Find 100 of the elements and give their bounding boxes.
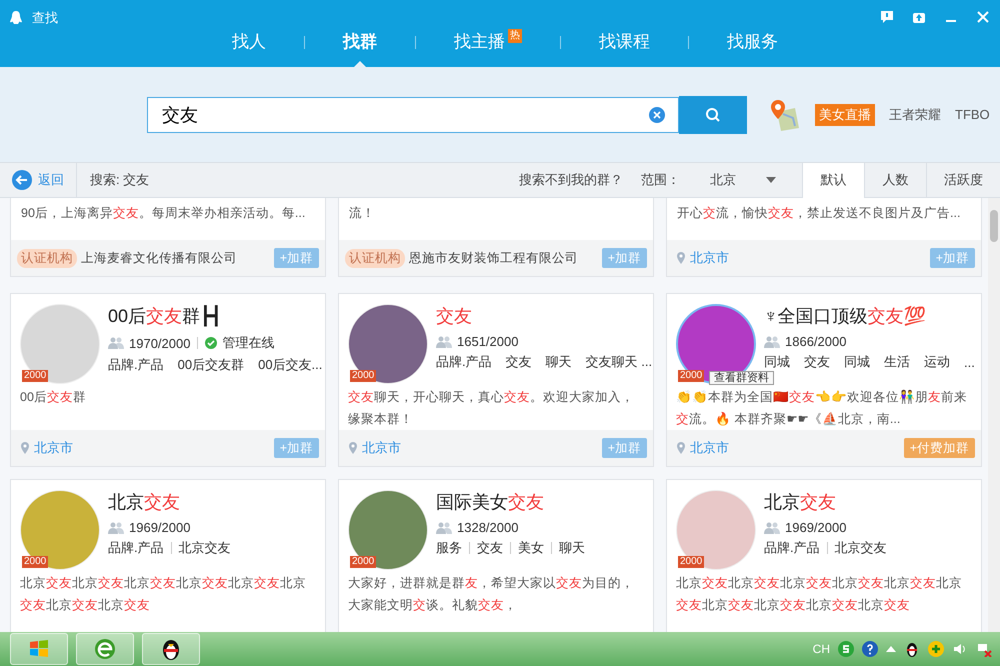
member-count: 1328/2000 [457,520,518,535]
taskbar-app[interactable] [142,633,200,665]
member-limit-badge: 2000 [22,370,48,382]
group-tag: 交友 [477,539,503,557]
group-tag: 00后交友群 [178,356,244,374]
group-tag: 同城 [764,353,790,371]
member-limit-badge: 2000 [350,556,376,568]
close-icon[interactable] [976,10,990,24]
members-icon [436,522,452,534]
group-tag: 品牌.产品 [436,353,492,371]
search-field[interactable]: 交友 [147,96,679,132]
group-card[interactable]: 流！ 认证机构 恩施市友财装饰工程有限公司 +加群 [338,198,654,277]
scope-dropdown[interactable]: 北京 [704,170,782,190]
plus-icon[interactable] [928,641,944,657]
group-title[interactable]: 国际美女交友 [436,490,644,514]
group-tag: 美女 [518,539,544,557]
speaker-icon[interactable] [952,641,968,657]
group-description: 00后交友群 [20,389,87,406]
member-limit-badge: 2000 [22,556,48,568]
network-icon[interactable] [976,641,992,657]
certified-badge: 认证机构 [17,248,77,268]
group-tag: 交友 [506,353,532,371]
browser-e-icon [93,637,117,661]
hot-badge: 热 [508,29,522,43]
sort-tab[interactable]: 默认 [802,162,864,198]
organization-name: 恩施市友财装饰工程有限公司 [409,250,578,266]
group-tag: 品牌.产品 [764,539,820,557]
group-tag: 聊天 [546,353,572,371]
group-tag: 北京交友 [834,539,887,557]
group-tag: 品牌.产品 [108,356,164,374]
organization-name: 上海麦睿文化传播有限公司 [81,250,237,266]
group-tag: 00后交友... [258,356,322,374]
group-tag: 聊天 [559,539,585,557]
group-tag: 交友聊天 ... [586,353,652,371]
group-title[interactable]: ♆全国口顶级交友💯 [764,304,972,328]
member-count: 1969/2000 [785,520,846,535]
clear-icon[interactable] [649,106,665,122]
group-card[interactable]: 2000 ♆全国口顶级交友💯 1866/2000 同城 交友 同城 生活 运动 ... 查看群资料 👏👏本群为全国🇨🇳交友👈👉欢迎各位👫朋友前来 交流。🔥 本群齐聚☛☛《⛵北京，南... 北京市 +付费加群 [666,293,982,467]
group-card[interactable]: 2000 交友 1651/2000 品牌.产品 交友 聊天 交友聊天 ... 交友聊天，开心聊天，真心交友。欢迎大家加入，缘聚本群！ 北京市 +加群 [338,293,654,467]
group-tag: 生活 [884,353,910,371]
group-tag: 品牌.产品 [108,539,164,557]
promo-link[interactable]: TFBO [955,107,990,122]
group-tag: 服务 [436,539,462,557]
group-description: 开心交流，愉快交友，禁止发送不良图片及广告... [677,205,962,222]
member-count: 1866/2000 [785,334,846,349]
group-card[interactable]: 2000 北京交友 1969/2000 品牌.产品 北京交友 北京交友北京交友北京交友北京交友北京交友北京 交友北京交友北京交友 [10,479,326,632]
group-tag: 交友 [804,353,830,371]
group-description: 大家好，进群就是群友，希望大家以交友为目的，大家能文明交谈。礼貌交友， [348,575,635,614]
up-arrow-icon[interactable] [886,646,896,652]
group-description: 👏👏本群为全国🇨🇳交友👈👉欢迎各位👫朋友前来 交流。🔥 本群齐聚☛☛《⛵北京，南... [676,388,968,428]
location-pin-icon [677,252,685,264]
group-card[interactable]: 90后，上海离异交友。每周末举办相亲活动。每... 认证机构 上海麦睿文化传播有限公司 +加群 [10,198,326,277]
group-description: 90后，上海离异交友。每周末举办相亲活动。每... [21,205,306,222]
member-count: 1651/2000 [457,334,518,349]
upload-icon[interactable] [912,10,926,24]
group-card[interactable]: 2000 00后交友群┣┫ 1970/2000 管理在线 品牌.产品 00后交友群 00后交友... 00后交友群 北京市 +加群 [10,293,326,467]
promo-link[interactable]: 王者荣耀 [889,106,941,124]
member-limit-badge: 2000 [678,370,704,382]
search-query-label: 搜索: 交友 [90,171,150,189]
group-card[interactable]: 2000 北京交友 1969/2000 品牌.产品 北京交友 北京交友北京交友北京交友北京交友北京交友北京 交友北京交友北京交友北京交友北京交友 [666,479,982,632]
group-tag: 运动 [924,353,950,371]
member-count: 1970/2000 [129,336,190,350]
check-icon [205,337,218,349]
member-limit-badge: 2000 [350,370,376,382]
location-pin-icon [21,442,29,454]
members-icon [764,522,780,534]
help-link[interactable]: 搜索不到我的群？ [519,171,623,189]
caret-icon [766,177,776,183]
certified-badge: 认证机构 [345,248,405,268]
group-title[interactable]: 00后交友群┣┫ [108,304,316,328]
start-button[interactable] [10,633,68,665]
group-card[interactable]: 2000 国际美女交友 1328/2000 服务 交友 美女 聊天 大家好，进群就是群友，希望大家以交友为目的，大家能文明交谈。礼貌交友， [338,479,654,632]
group-description: 交友聊天，开心聊天，真心交友。欢迎大家加入，缘聚本群！ [348,389,635,428]
window-title: 查找 [32,9,58,27]
admin-status: 管理在线 [222,334,274,352]
input-method-icon[interactable] [838,641,854,657]
location-pin-icon [349,442,357,454]
search-button[interactable] [679,96,747,134]
group-description: 北京交友北京交友北京交友北京交友北京交友北京 交友北京交友北京交友 [20,575,307,614]
group-title[interactable]: 交友 [436,304,644,328]
group-title[interactable]: 北京交友 [764,490,972,514]
scope-label: 范围： [641,171,680,189]
search-icon [705,106,721,122]
scrollbar[interactable] [988,198,1000,632]
members-icon [108,522,124,534]
help-icon[interactable] [862,641,878,657]
group-title[interactable]: 北京交友 [108,490,316,514]
feedback-icon[interactable] [880,10,894,24]
location-pin-icon [677,442,685,454]
penguin-icon [8,10,24,26]
member-limit-badge: 2000 [678,556,704,568]
group-description: 北京交友北京交友北京交友北京交友北京交友北京 交友北京交友北京交友北京交友北京交友 [676,575,963,614]
members-icon [108,337,124,349]
penguin-icon[interactable] [904,641,920,657]
tooltip: 查看群资料 [709,371,774,385]
member-count: 1969/2000 [129,520,190,535]
group-description: 流！ [349,205,376,222]
members-icon [436,336,452,348]
group-tag: 北京交友 [178,539,231,557]
group-tag: 同城 [844,353,870,371]
